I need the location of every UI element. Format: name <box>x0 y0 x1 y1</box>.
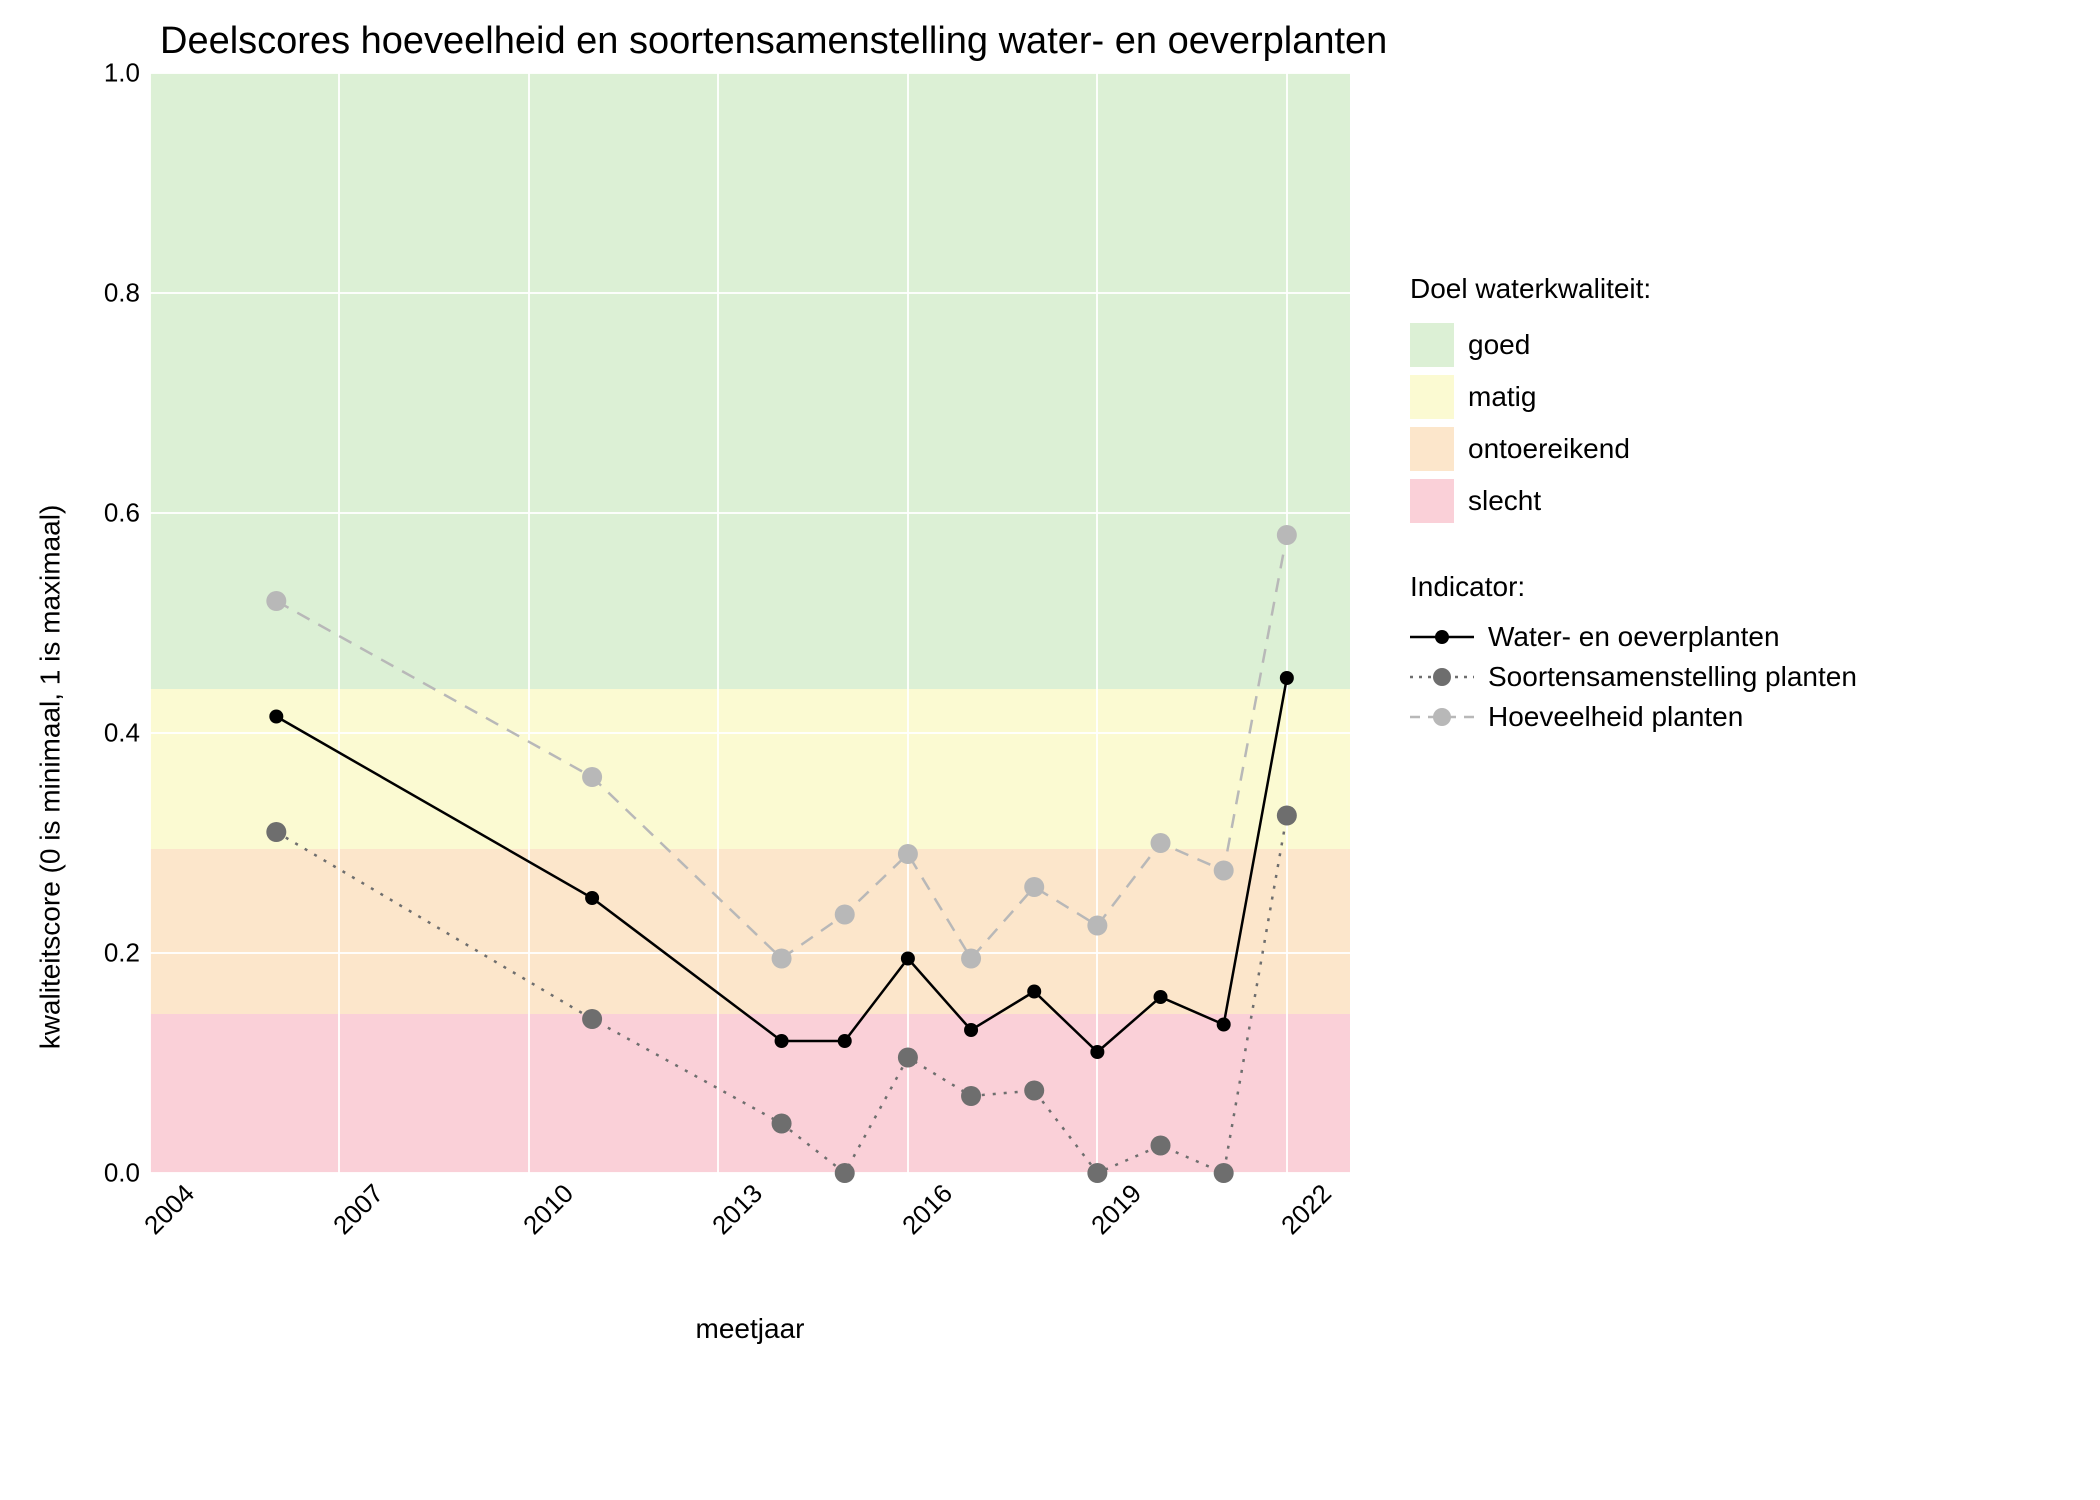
data-point <box>582 767 602 787</box>
data-point <box>835 905 855 925</box>
data-point <box>898 844 918 864</box>
y-tick: 0.4 <box>104 718 140 749</box>
plot-region <box>150 73 1350 1173</box>
data-point <box>1217 1018 1231 1032</box>
data-point <box>1154 990 1168 1004</box>
data-point <box>1027 985 1041 999</box>
y-tick: 0.0 <box>104 1158 140 1189</box>
legend-item-ss: Soortensamenstelling planten <box>1410 661 1857 693</box>
data-point <box>1087 916 1107 936</box>
legend: Doel waterkwaliteit: goed matig ontoerei… <box>1410 73 1857 1480</box>
x-tick: 2019 <box>1085 1178 1148 1241</box>
line-swatch-ss <box>1410 663 1474 691</box>
x-tick: 2016 <box>896 1178 959 1241</box>
swatch-ontoereikend <box>1410 427 1454 471</box>
data-point <box>772 949 792 969</box>
data-point <box>269 710 283 724</box>
legend-item-slecht: slecht <box>1410 479 1857 523</box>
x-axis: 2004200720102013201620192022 <box>150 1173 1350 1253</box>
legend-bands-title: Doel waterkwaliteit: <box>1410 273 1857 305</box>
data-point <box>964 1023 978 1037</box>
swatch-slecht <box>1410 479 1454 523</box>
y-tick: 0.2 <box>104 938 140 969</box>
legend-label: goed <box>1468 329 1530 361</box>
data-point <box>1151 833 1171 853</box>
y-tick: 0.8 <box>104 278 140 309</box>
data-point <box>961 1086 981 1106</box>
legend-label: Hoeveelheid planten <box>1488 701 1743 733</box>
data-point <box>1214 861 1234 881</box>
chart-area: kwaliteitscore (0 is minimaal, 1 is maxi… <box>20 73 1350 1480</box>
data-point <box>838 1034 852 1048</box>
legend-label: ontoereikend <box>1468 433 1630 465</box>
data-point <box>1277 525 1297 545</box>
legend-series-title: Indicator: <box>1410 571 1857 603</box>
data-point <box>772 1114 792 1134</box>
legend-label: slecht <box>1468 485 1541 517</box>
data-point <box>1024 877 1044 897</box>
x-tick: 2010 <box>517 1178 580 1241</box>
line-swatch-wo <box>1410 623 1474 651</box>
data-point <box>585 891 599 905</box>
legend-label: Water- en oeverplanten <box>1488 621 1780 653</box>
data-point <box>961 949 981 969</box>
legend-item-wo: Water- en oeverplanten <box>1410 621 1857 653</box>
legend-label: Soortensamenstelling planten <box>1488 661 1857 693</box>
x-tick: 2007 <box>327 1178 390 1241</box>
legend-item-hp: Hoeveelheid planten <box>1410 701 1857 733</box>
x-tick: 2013 <box>706 1178 769 1241</box>
x-tick: 2004 <box>138 1178 201 1241</box>
data-point <box>898 1048 918 1068</box>
data-point <box>1277 806 1297 826</box>
y-tick: 0.6 <box>104 498 140 529</box>
x-axis-label: meetjaar <box>150 1313 1350 1345</box>
data-point <box>1280 671 1294 685</box>
legend-item-goed: goed <box>1410 323 1857 367</box>
swatch-matig <box>1410 375 1454 419</box>
y-tick: 1.0 <box>104 58 140 89</box>
data-point <box>775 1034 789 1048</box>
data-point <box>1024 1081 1044 1101</box>
line-swatch-hp <box>1410 703 1474 731</box>
legend-label: matig <box>1468 381 1536 413</box>
data-point <box>582 1009 602 1029</box>
y-axis-label: kwaliteitscore (0 is minimaal, 1 is maxi… <box>34 504 66 1049</box>
legend-item-matig: matig <box>1410 375 1857 419</box>
x-tick: 2022 <box>1275 1178 1338 1241</box>
chart-title: Deelscores hoeveelheid en soortensamenst… <box>160 20 2080 63</box>
data-point <box>901 952 915 966</box>
data-point <box>1151 1136 1171 1156</box>
data-point <box>1090 1045 1104 1059</box>
legend-item-ontoereikend: ontoereikend <box>1410 427 1857 471</box>
swatch-goed <box>1410 323 1454 367</box>
series-line <box>276 678 1287 1052</box>
y-axis: 0.00.20.40.60.81.0 <box>80 73 150 1173</box>
data-point <box>266 591 286 611</box>
data-point <box>266 822 286 842</box>
series-line <box>276 535 1287 959</box>
